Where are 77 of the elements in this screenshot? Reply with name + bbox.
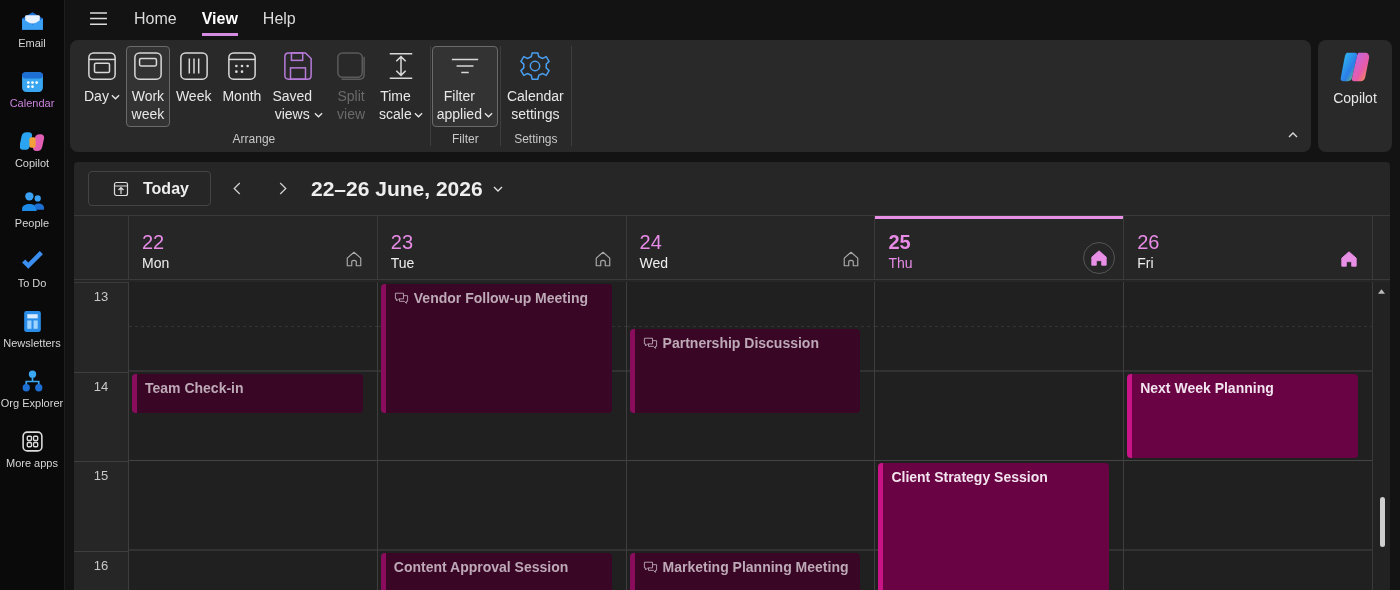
apps-grid-icon	[19, 429, 45, 454]
hour-label: 15	[93, 468, 109, 483]
copilot-icon	[1338, 50, 1372, 84]
menu-tab[interactable]: Help	[262, 1, 296, 36]
app-rail-item[interactable]: To Do	[0, 249, 64, 289]
hour-label: 16	[93, 557, 109, 573]
chat-icon	[393, 292, 409, 305]
calendar-event[interactable]: Team Check-in	[132, 373, 363, 414]
home-icon[interactable]	[344, 250, 363, 268]
work-week-icon	[132, 51, 163, 81]
weekday-label: Thu	[888, 254, 913, 272]
app-rail-item[interactable]: Calendar	[0, 69, 64, 109]
menu-tab[interactable]: View	[201, 1, 238, 36]
hour-label: 13	[93, 289, 109, 304]
filter-button[interactable]: Filter applied	[431, 46, 498, 127]
app-rail-item[interactable]: People	[0, 189, 64, 229]
month-view-icon	[226, 51, 257, 81]
menu-tab[interactable]: Home	[134, 1, 177, 36]
caret-icon	[413, 112, 423, 118]
app-rail-item[interactable]: Newsletters	[0, 309, 64, 349]
people-icon	[19, 189, 45, 214]
day-number: 25	[888, 230, 912, 254]
previous-icon[interactable]	[233, 182, 241, 195]
calendar-settings-button[interactable]: Calendar settings	[501, 46, 569, 127]
caret-icon	[483, 112, 493, 118]
caret-icon	[314, 112, 324, 118]
chat-icon	[642, 336, 658, 350]
week-view-button[interactable]: Week	[170, 46, 217, 109]
chat-icon	[642, 560, 658, 574]
ribbon-group-label: Arrange	[232, 132, 276, 146]
menu-icon[interactable]	[89, 11, 108, 26]
app-rail-item[interactable]: Copilot	[0, 129, 64, 169]
calendar-event[interactable]: Next Week Planning	[1127, 373, 1358, 458]
home-icon[interactable]	[593, 250, 612, 268]
today-button[interactable]: Today	[88, 171, 211, 206]
calendar-event[interactable]: Vendor Follow-up Meeting	[380, 284, 612, 414]
day-view-button[interactable]: Day	[79, 46, 125, 109]
saved-views-button[interactable]: Saved views	[267, 46, 329, 127]
weekday-label: Tue	[390, 254, 415, 272]
calendar-icon	[19, 69, 45, 94]
collapse-icon[interactable]	[1288, 132, 1298, 138]
calendar-event[interactable]: Content Approval Session	[380, 552, 612, 590]
day-number: 22	[142, 230, 166, 254]
calendar-event[interactable]: Client Strategy Session	[878, 463, 1110, 590]
weekday-label: Mon	[142, 254, 170, 272]
time-scale-button[interactable]: Time scale	[374, 46, 428, 127]
hour-label: 14	[93, 378, 109, 394]
next-icon[interactable]	[279, 182, 287, 195]
month-view-button[interactable]: Month	[217, 46, 267, 109]
copilot-icon	[19, 129, 45, 154]
app-rail-item[interactable]: Org Explorer	[0, 369, 64, 409]
home-icon[interactable]	[842, 250, 861, 268]
copilot-button[interactable]: Copilot	[1318, 40, 1392, 152]
weekday-label: Fri	[1137, 254, 1155, 272]
day-number: 23	[390, 230, 415, 254]
settings-icon	[520, 51, 551, 81]
day-view-icon	[86, 51, 117, 81]
app-rail-item[interactable]: More apps	[0, 429, 64, 469]
caret-icon	[492, 185, 503, 192]
ribbon-group-label: Filter	[452, 132, 479, 146]
week-view-icon	[178, 51, 209, 81]
calendar-event[interactable]: Partnership Discussion	[629, 328, 861, 414]
scroll-up-icon[interactable]	[1378, 289, 1385, 294]
home-icon[interactable]	[1340, 250, 1358, 268]
work-week-button[interactable]: Work week	[125, 46, 170, 127]
save-icon	[282, 51, 313, 81]
ribbon-group-label: Settings	[514, 132, 558, 146]
split-view-icon	[336, 51, 367, 81]
home-icon[interactable]	[1090, 249, 1109, 267]
scrollbar[interactable]	[1372, 282, 1390, 590]
calendar-event[interactable]: Marketing Planning Meeting	[629, 552, 861, 590]
day-number: 26	[1137, 230, 1160, 254]
app-rail-item[interactable]: Email	[0, 9, 64, 49]
caret-icon	[110, 94, 120, 100]
weekday-label: Wed	[639, 254, 669, 272]
date-range-picker[interactable]: 22–26 June, 2026	[311, 176, 503, 201]
day-number: 24	[639, 230, 663, 254]
